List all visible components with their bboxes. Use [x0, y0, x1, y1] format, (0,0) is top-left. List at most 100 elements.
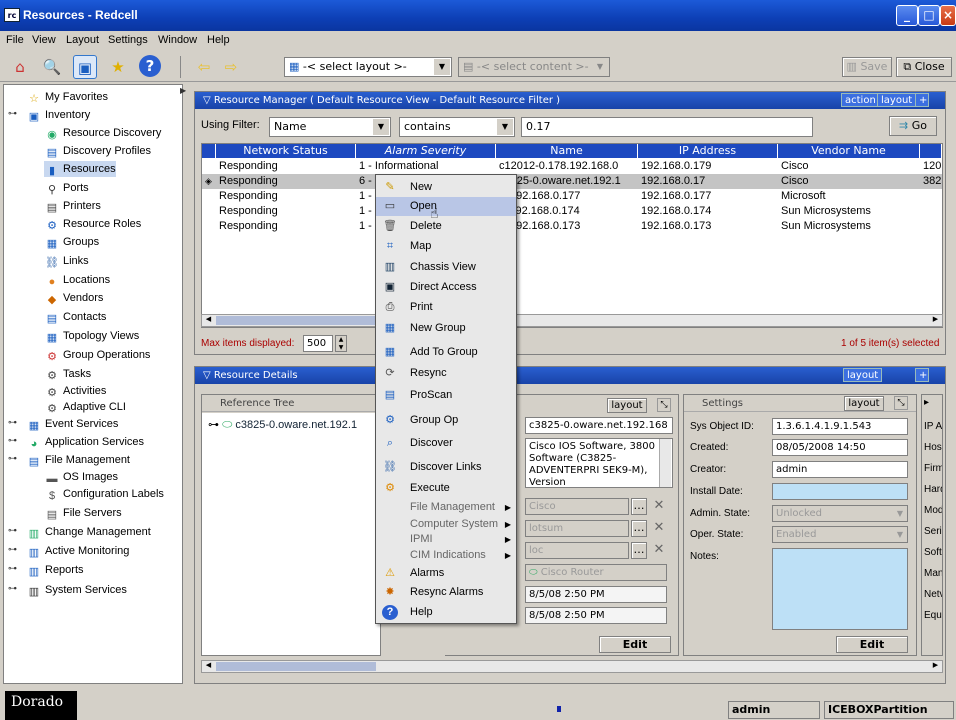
collapse-arrow-icon[interactable]: ▶	[180, 86, 188, 102]
tree-item-application-services[interactable]: ◕ Application Services	[26, 434, 144, 450]
clear-icon[interactable]: ✕	[651, 542, 667, 559]
context-menu-cim-indications[interactable]: CIM Indications ▶	[376, 546, 516, 565]
reference-tree-node[interactable]: ⊶ ⬭ c3825-0.oware.net.192.1	[208, 417, 357, 432]
panel-expand-icon[interactable]: ▸	[924, 397, 929, 408]
context-menu-delete[interactable]: 🗑 Delete	[376, 217, 516, 236]
type-select[interactable]: ⬭ Cisco Router	[525, 564, 667, 581]
column-header[interactable]: IP Address	[638, 144, 778, 158]
scroll-right-icon[interactable]: ▶	[930, 661, 941, 672]
column-header[interactable]	[202, 144, 216, 158]
admin-state-select[interactable]: Unlocked ▼	[772, 505, 908, 522]
tree-item-topology-views[interactable]: ▦ Topology Views	[44, 328, 139, 344]
collapse-icon[interactable]: ▽	[203, 370, 211, 381]
collapse-panel-icon[interactable]: ⤡	[657, 398, 671, 412]
horizontal-scrollbar[interactable]: ◀ ▶	[201, 314, 943, 327]
close-button[interactable]: ⧉ Close	[896, 57, 952, 77]
frame-icon[interactable]: ▣	[73, 55, 97, 79]
contact-field[interactable]: lotsum	[525, 520, 629, 537]
favorites-star-icon[interactable]: ★	[106, 55, 130, 79]
tree-item-tasks[interactable]: ⚙ Tasks	[44, 366, 91, 382]
tree-item-discovery-profiles[interactable]: ▤ Discovery Profiles	[44, 143, 151, 159]
max-items-spinner[interactable]: ▲ ▼	[335, 335, 347, 352]
contact-browse-button[interactable]: …	[631, 520, 647, 537]
tree-item-resource-discovery[interactable]: ◉ Resource Discovery	[44, 125, 161, 141]
tree-item-locations[interactable]: ● Locations	[44, 272, 110, 288]
clear-icon[interactable]: ✕	[651, 498, 667, 515]
column-header[interactable]	[920, 144, 942, 158]
layout-select[interactable]: ▦ -< select layout >- ▼	[284, 57, 452, 77]
help-icon[interactable]: ?	[139, 55, 161, 77]
expand-toggle-icon[interactable]: ⊶	[8, 545, 17, 555]
menu-window[interactable]: Window	[158, 34, 197, 46]
max-items-input[interactable]: 500	[303, 335, 333, 352]
context-menu-map[interactable]: ⌗ Map	[376, 237, 516, 256]
description-scrollbar[interactable]	[659, 439, 671, 487]
context-menu-discover-links[interactable]: ⛓ Discover Links	[376, 458, 516, 477]
menu-help[interactable]: Help	[207, 34, 230, 46]
oper-state-select[interactable]: Enabled ▼	[772, 526, 908, 543]
context-menu-chassis-view[interactable]: ▥ Chassis View	[376, 258, 516, 277]
tree-item-active-monitoring[interactable]: ▥ Active Monitoring	[26, 543, 130, 559]
tree-item-system-services[interactable]: ▥ System Services	[26, 582, 127, 598]
context-menu-direct-access[interactable]: ▣ Direct Access	[376, 278, 516, 297]
context-menu-resync[interactable]: ⟳ Resync	[376, 364, 516, 383]
column-header[interactable]: Alarm Severity	[356, 144, 496, 158]
home-icon[interactable]: ⌂	[8, 55, 32, 79]
tree-item-reports[interactable]: ▥ Reports	[26, 562, 84, 578]
menu-settings[interactable]: Settings	[108, 34, 148, 46]
collapse-panel-icon[interactable]: ⤡	[894, 396, 908, 410]
tree-item-resources[interactable]: ▮ Resources	[44, 161, 116, 177]
expand-icon[interactable]: ⊶	[208, 419, 219, 431]
context-menu-resync-alarms[interactable]: ✸ Resync Alarms	[376, 583, 516, 602]
expand-toggle-icon[interactable]: ⊶	[8, 454, 17, 464]
context-menu-proscan[interactable]: ▤ ProScan	[376, 386, 516, 405]
install-date-field[interactable]	[772, 483, 908, 500]
tree-item-file-management[interactable]: ▤ File Management	[26, 452, 130, 468]
add-icon[interactable]: +	[915, 368, 929, 382]
tree-item-groups[interactable]: ▦ Groups	[44, 234, 99, 250]
column-header[interactable]: Name	[496, 144, 638, 158]
tree-item-links[interactable]: ⛓ Links	[44, 253, 89, 269]
tree-item-ports[interactable]: ⚲ Ports	[44, 180, 89, 196]
tree-item-os-images[interactable]: ▬ OS Images	[44, 469, 119, 485]
tree-item-file-servers[interactable]: ▤ File Servers	[44, 505, 122, 521]
expand-toggle-icon[interactable]: ⊶	[8, 436, 17, 446]
vendor-browse-button[interactable]: …	[631, 498, 647, 515]
tree-item-change-management[interactable]: ▥ Change Management	[26, 524, 151, 540]
filter-field-select[interactable]: Name ▼	[269, 117, 391, 137]
clear-icon[interactable]: ✕	[651, 520, 667, 537]
collapse-icon[interactable]: ▽	[203, 95, 211, 106]
back-arrow-icon[interactable]: ⇦	[192, 55, 216, 79]
add-icon[interactable]: +	[915, 93, 929, 107]
context-menu-print[interactable]: ⎙ Print	[376, 298, 516, 317]
search-icon[interactable]: 🔍	[40, 55, 64, 79]
scroll-left-icon[interactable]: ◀	[203, 315, 214, 326]
scroll-thumb[interactable]	[216, 316, 376, 325]
notes-field[interactable]	[772, 548, 908, 630]
layout-link[interactable]: layout	[843, 368, 883, 382]
resource-name-field[interactable]: c3825-0.oware.net.192.168	[525, 417, 673, 434]
expand-toggle-icon[interactable]: ⊶	[8, 418, 17, 428]
tree-item-event-services[interactable]: ▦ Event Services	[26, 416, 119, 432]
menu-layout[interactable]: Layout	[66, 34, 99, 46]
tree-item-printers[interactable]: ▤ Printers	[44, 198, 101, 214]
tree-item-resource-roles[interactable]: ⚙ Resource Roles	[44, 216, 141, 232]
close-window-button[interactable]: ×	[940, 5, 956, 26]
layout-link[interactable]: layout	[877, 93, 917, 107]
column-header[interactable]: Vendor Name	[778, 144, 920, 158]
filter-value-input[interactable]: 0.17	[521, 117, 813, 137]
filter-operator-select[interactable]: contains ▼	[399, 117, 515, 137]
context-menu-new[interactable]: ✎ New	[376, 178, 516, 197]
expand-toggle-icon[interactable]: ⊶	[8, 526, 17, 536]
tree-item-configuration-labels[interactable]: $ Configuration Labels	[44, 486, 164, 502]
scroll-thumb[interactable]	[216, 662, 376, 671]
context-menu-execute[interactable]: ⚙ Execute	[376, 479, 516, 498]
tree-item-adaptive-cli[interactable]: ⚙ Adaptive CLI	[44, 399, 126, 415]
general-layout-button[interactable]: layout	[607, 398, 647, 413]
context-menu-alarms[interactable]: ⚠ Alarms	[376, 564, 516, 583]
context-menu-open[interactable]: ▭ Open	[376, 197, 516, 216]
expand-toggle-icon[interactable]: ⊶	[8, 584, 17, 594]
settings-edit-button[interactable]: Edit	[836, 636, 908, 653]
column-header[interactable]: Network Status	[216, 144, 356, 158]
context-menu-add-to-group[interactable]: ▦ Add To Group	[376, 343, 516, 362]
